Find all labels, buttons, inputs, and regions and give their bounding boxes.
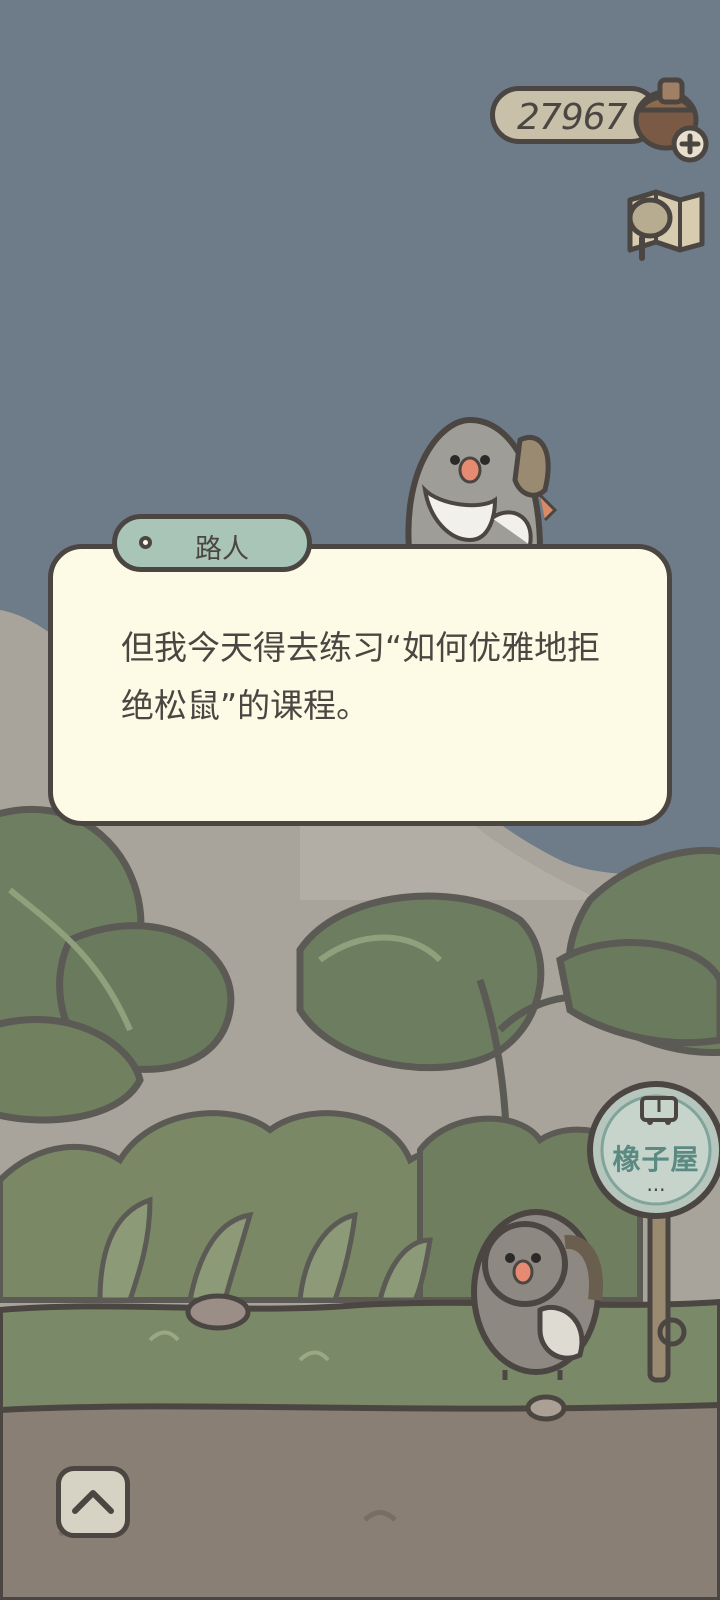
chevron-up-icon <box>72 1490 114 1514</box>
speaker-dot-icon <box>139 536 152 549</box>
acorn-count: 27967 <box>517 97 628 138</box>
acorn-plus-icon[interactable] <box>630 72 710 164</box>
expand-button[interactable] <box>56 1466 130 1538</box>
map-icon[interactable] <box>620 180 710 264</box>
game-scene: 橡子屋 ··· 27967 但我今天得去练习“如何优雅地拒绝松鼠”的课程。 路人 <box>0 0 720 1600</box>
dialog-text: 但我今天得去练习“如何优雅地拒绝松鼠”的课程。 <box>121 628 601 725</box>
speaker-tag: 路人 <box>112 514 312 572</box>
speaker-name: 路人 <box>195 534 249 565</box>
dialog-box[interactable]: 但我今天得去练习“如何优雅地拒绝松鼠”的课程。 <box>48 544 672 826</box>
